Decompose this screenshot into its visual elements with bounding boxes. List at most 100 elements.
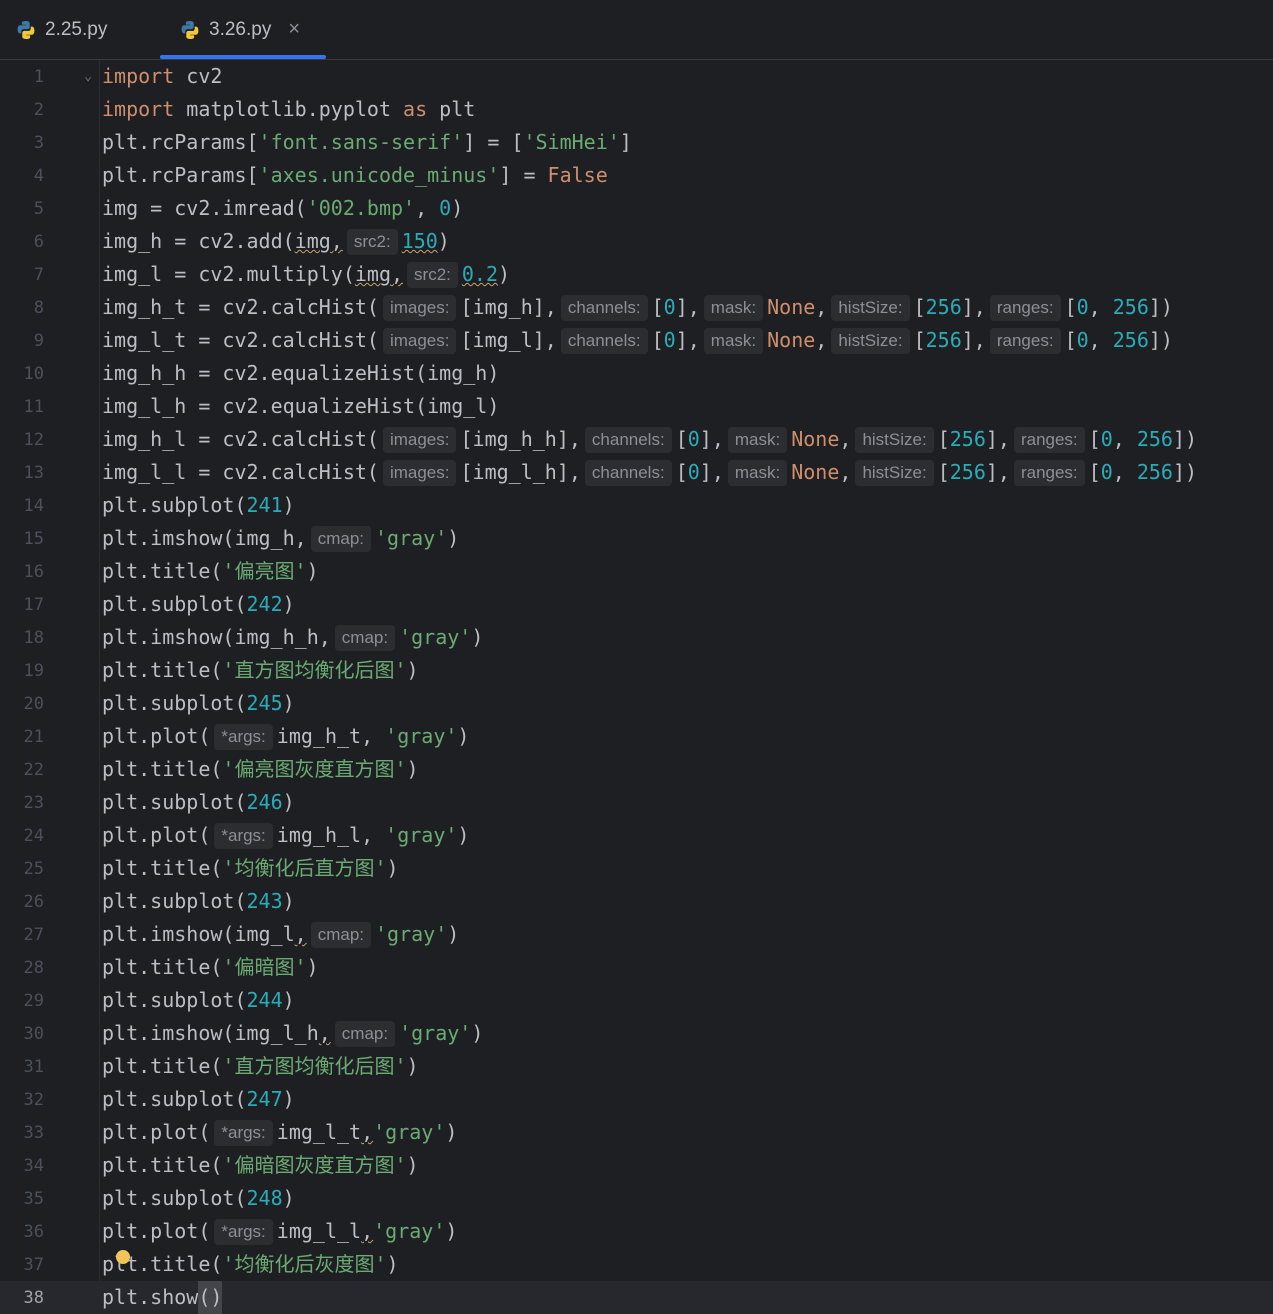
- code-token[interactable]: plt.title(: [102, 1050, 222, 1083]
- line-number[interactable]: 27: [0, 925, 44, 945]
- number-token[interactable]: 242: [247, 588, 283, 621]
- code-token[interactable]: ): [457, 819, 469, 852]
- code-token[interactable]: img_l_h = cv2.equalizeHist(img_l): [102, 390, 499, 423]
- string-token[interactable]: 'axes.unicode_minus': [259, 159, 500, 192]
- code-token[interactable]: ): [283, 786, 295, 819]
- code-token[interactable]: ,: [815, 324, 827, 357]
- code-line[interactable]: 20 plt.subplot(245): [0, 687, 1273, 720]
- code-token[interactable]: img_h_l = cv2.calcHist(: [102, 423, 379, 456]
- warning-token[interactable]: img,: [355, 258, 403, 291]
- code-line[interactable]: 23 plt.subplot(246): [0, 786, 1273, 819]
- keyword-token[interactable]: import: [102, 93, 174, 126]
- code-token[interactable]: plt.subplot(: [102, 1182, 247, 1215]
- code-line[interactable]: 17 plt.subplot(242): [0, 588, 1273, 621]
- code-token[interactable]: ): [283, 489, 295, 522]
- code-token[interactable]: plt.imshow(img_l_h: [102, 1017, 319, 1050]
- code-line[interactable]: 10 img_h_h = cv2.equalizeHist(img_h): [0, 357, 1273, 390]
- code-line[interactable]: 9 img_l_t = cv2.calcHist(images: [img_l], c…: [0, 324, 1273, 357]
- code-line[interactable]: 3 plt.rcParams['font.sans-serif'] = ['Sim…: [0, 126, 1273, 159]
- keyword-token[interactable]: None: [767, 324, 815, 357]
- number-token[interactable]: 0: [1077, 324, 1089, 357]
- code-text[interactable]: plt.subplot(245): [102, 687, 295, 720]
- keyword-token[interactable]: None: [791, 423, 839, 456]
- line-number[interactable]: 23: [0, 793, 44, 813]
- line-number[interactable]: 18: [0, 628, 44, 648]
- code-token[interactable]: img_h_t,: [277, 720, 385, 753]
- string-token[interactable]: '偏暗图': [222, 951, 306, 984]
- line-number[interactable]: 4: [0, 166, 44, 186]
- code-line[interactable]: 32 plt.subplot(247): [0, 1083, 1273, 1116]
- code-token[interactable]: ): [447, 522, 459, 555]
- line-number[interactable]: 37: [0, 1255, 44, 1275]
- code-text[interactable]: plt.subplot(246): [102, 786, 295, 819]
- code-token[interactable]: img_h = cv2.add(: [102, 225, 295, 258]
- number-token[interactable]: 256: [1137, 456, 1173, 489]
- code-token[interactable]: [: [938, 423, 950, 456]
- code-token[interactable]: plt.subplot(: [102, 687, 247, 720]
- line-number[interactable]: 33: [0, 1123, 44, 1143]
- code-token[interactable]: ]): [1149, 291, 1173, 324]
- code-text[interactable]: img_l = cv2.multiply(img, src2: 0.2): [102, 258, 510, 291]
- line-number[interactable]: 2: [0, 100, 44, 120]
- keyword-token[interactable]: None: [791, 456, 839, 489]
- code-token[interactable]: plt.imshow(img_h_h,: [102, 621, 331, 654]
- code-token[interactable]: plt.plot(: [102, 1116, 210, 1149]
- code-token[interactable]: plt.title(: [102, 951, 222, 984]
- code-token[interactable]: img_h_t = cv2.calcHist(: [102, 291, 379, 324]
- code-text[interactable]: plt.subplot(248): [102, 1182, 295, 1215]
- code-token[interactable]: ,: [1113, 423, 1137, 456]
- number-token[interactable]: 256: [950, 423, 986, 456]
- code-token[interactable]: [img_l],: [460, 324, 556, 357]
- code-token[interactable]: plt: [427, 93, 475, 126]
- keyword-token[interactable]: as: [403, 93, 427, 126]
- code-token[interactable]: ): [283, 1083, 295, 1116]
- number-token[interactable]: 256: [950, 456, 986, 489]
- code-text[interactable]: plt.imshow(img_l, cmap:'gray'): [102, 918, 459, 951]
- code-text[interactable]: img_h_l = cv2.calcHist(images: [img_h_h],…: [102, 423, 1197, 456]
- code-editor[interactable]: 1 ⌄ import cv2 2 import matplotlib.pyplot as…: [0, 60, 1273, 1314]
- code-text[interactable]: plt.title('均衡化后灰度图'): [102, 1248, 399, 1281]
- code-token[interactable]: plt.subplot(: [102, 489, 247, 522]
- code-line[interactable]: 28 plt.title('偏暗图'): [0, 951, 1273, 984]
- code-token[interactable]: ] =: [499, 159, 547, 192]
- code-line[interactable]: 30 plt.imshow(img_l_h, cmap:'gray'): [0, 1017, 1273, 1050]
- code-token[interactable]: plt.plot(: [102, 819, 210, 852]
- line-number[interactable]: 7: [0, 265, 44, 285]
- number-token[interactable]: 247: [247, 1083, 283, 1116]
- number-token[interactable]: 256: [1113, 324, 1149, 357]
- code-token[interactable]: ],: [986, 423, 1010, 456]
- code-text[interactable]: img_l_t = cv2.calcHist(images: [img_l], ch…: [102, 324, 1173, 357]
- code-line[interactable]: 33 plt.plot(*args: img_l_t,'gray'): [0, 1116, 1273, 1149]
- code-token[interactable]: [img_l_h],: [460, 456, 580, 489]
- line-number[interactable]: 34: [0, 1156, 44, 1176]
- line-number[interactable]: 29: [0, 991, 44, 1011]
- code-line[interactable]: 24 plt.plot(*args: img_h_l, 'gray'): [0, 819, 1273, 852]
- code-token[interactable]: cv2: [174, 60, 222, 93]
- code-token[interactable]: plt.show: [102, 1281, 198, 1314]
- line-number[interactable]: 36: [0, 1222, 44, 1242]
- code-text[interactable]: img_l_h = cv2.equalizeHist(img_l): [102, 390, 499, 423]
- code-line[interactable]: 2 import matplotlib.pyplot as plt: [0, 93, 1273, 126]
- code-text[interactable]: plt.title('偏暗图灰度直方图'): [102, 1149, 419, 1182]
- code-token[interactable]: plt.subplot(: [102, 588, 247, 621]
- code-text[interactable]: plt.imshow(img_h_h, cmap:'gray'): [102, 621, 483, 654]
- code-token[interactable]: [: [1065, 291, 1077, 324]
- fold-chevron-icon[interactable]: ⌄: [80, 60, 96, 93]
- string-token[interactable]: 'gray': [399, 1017, 471, 1050]
- code-line[interactable]: 18 plt.imshow(img_h_h, cmap:'gray'): [0, 621, 1273, 654]
- string-token[interactable]: 'gray': [373, 1215, 445, 1248]
- code-token[interactable]: ): [471, 621, 483, 654]
- code-line[interactable]: 15 plt.imshow(img_h, cmap:'gray'): [0, 522, 1273, 555]
- code-token[interactable]: plt.plot(: [102, 720, 210, 753]
- code-text[interactable]: plt.title('偏亮图'): [102, 555, 319, 588]
- code-token[interactable]: ): [387, 1248, 399, 1281]
- code-line[interactable]: 14 plt.subplot(241): [0, 489, 1273, 522]
- code-token[interactable]: [: [1089, 423, 1101, 456]
- number-token[interactable]: 0: [664, 324, 676, 357]
- code-token[interactable]: ],: [986, 456, 1010, 489]
- code-token[interactable]: plt.title(: [102, 555, 222, 588]
- number-token[interactable]: 0: [688, 423, 700, 456]
- code-token[interactable]: img_l_l: [277, 1215, 361, 1248]
- code-text[interactable]: plt.rcParams['axes.unicode_minus'] = Fal…: [102, 159, 608, 192]
- code-text[interactable]: img_l_l = cv2.calcHist(images: [img_l_h],…: [102, 456, 1197, 489]
